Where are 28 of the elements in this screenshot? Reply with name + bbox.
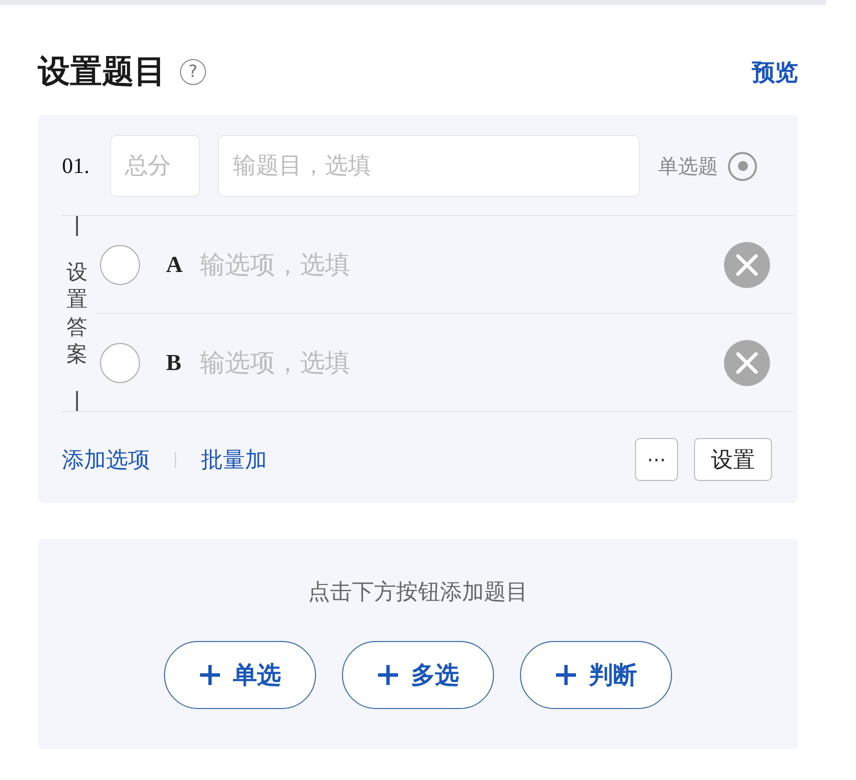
preview-link[interactable]: 预览 bbox=[752, 56, 798, 88]
option-field[interactable]: 输选项，选填 bbox=[196, 338, 714, 388]
delete-icon[interactable] bbox=[724, 340, 770, 386]
option-field[interactable]: 输选项，选填 bbox=[196, 240, 714, 290]
plus-icon bbox=[555, 664, 577, 686]
help-icon[interactable]: ? bbox=[180, 59, 206, 85]
hint-text: 点击下方按钮添加题目 bbox=[308, 579, 528, 607]
add-question-button[interactable]: 判断 bbox=[520, 641, 672, 709]
answer-radio[interactable] bbox=[100, 244, 140, 284]
answer-label: 设置答案 bbox=[66, 258, 88, 368]
question-field[interactable]: 输题目，选填 bbox=[218, 135, 640, 197]
question-number: 01. bbox=[62, 153, 90, 179]
question-type-label: 单选题 bbox=[658, 152, 718, 180]
answer-radio[interactable] bbox=[100, 342, 140, 382]
page-title: 设置题目 bbox=[38, 51, 166, 92]
add-question-button[interactable]: 多选 bbox=[342, 641, 494, 709]
option-letter: B bbox=[166, 350, 182, 376]
settings-button[interactable]: 设置 bbox=[694, 438, 772, 481]
radio-icon[interactable] bbox=[728, 152, 757, 180]
more-button[interactable]: ··· bbox=[635, 438, 678, 481]
add-question-button[interactable]: 单选 bbox=[164, 641, 316, 709]
add-option-link[interactable]: 添加选项 bbox=[62, 444, 150, 474]
add-option-link[interactable]: 批量加 bbox=[201, 444, 267, 474]
plus-icon bbox=[199, 664, 221, 686]
option-letter: A bbox=[166, 252, 184, 278]
plus-icon bbox=[377, 664, 399, 686]
delete-icon[interactable] bbox=[724, 242, 770, 288]
score-field[interactable]: 总分 bbox=[110, 135, 200, 197]
